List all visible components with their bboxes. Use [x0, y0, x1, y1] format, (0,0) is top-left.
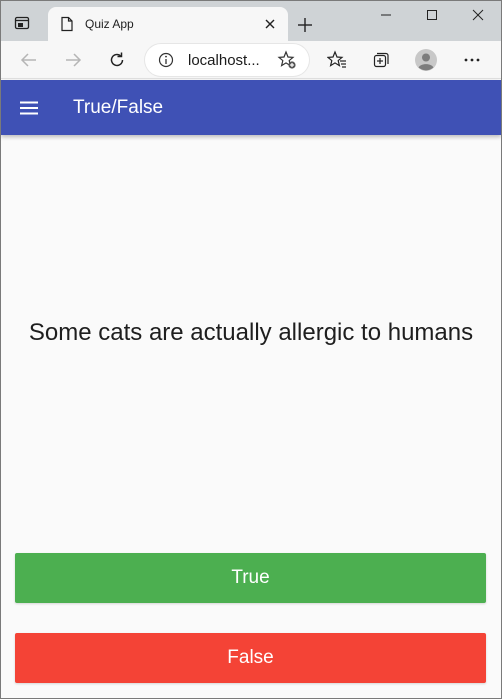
collections-icon[interactable] [367, 46, 395, 74]
browser-toolbar: localhost... [1, 41, 501, 79]
app-bar: True/False [1, 80, 501, 135]
false-button[interactable]: False [15, 633, 486, 683]
favorites-icon[interactable] [323, 46, 351, 74]
page-title: True/False [73, 96, 164, 118]
plus-icon[interactable] [293, 13, 317, 37]
page-icon [58, 15, 76, 33]
close-icon[interactable] [260, 14, 280, 34]
true-button[interactable]: True [15, 553, 486, 603]
more-icon[interactable] [458, 46, 486, 74]
info-icon[interactable] [157, 51, 175, 69]
quiz-question: Some cats are actually allergic to human… [28, 319, 474, 346]
window-close-icon[interactable] [455, 1, 501, 29]
browser-window: Quiz App localhost... True/False Some ca… [0, 0, 502, 699]
forward-arrow-icon[interactable] [59, 46, 87, 74]
profile-avatar-icon[interactable] [412, 46, 440, 74]
back-arrow-icon[interactable] [15, 46, 43, 74]
tab-strip: Quiz App [1, 1, 501, 41]
address-url[interactable]: localhost... [188, 52, 268, 69]
tab-actions-icon[interactable] [11, 12, 33, 34]
maximize-icon[interactable] [409, 1, 455, 29]
refresh-icon[interactable] [103, 46, 131, 74]
active-tab[interactable]: Quiz App [48, 7, 288, 41]
address-bar[interactable]: localhost... [145, 44, 309, 76]
hamburger-menu-icon[interactable] [18, 97, 40, 119]
window-controls [363, 1, 501, 29]
add-favorite-icon[interactable] [276, 49, 298, 71]
minimize-icon[interactable] [363, 1, 409, 29]
tab-title: Quiz App [85, 17, 134, 31]
